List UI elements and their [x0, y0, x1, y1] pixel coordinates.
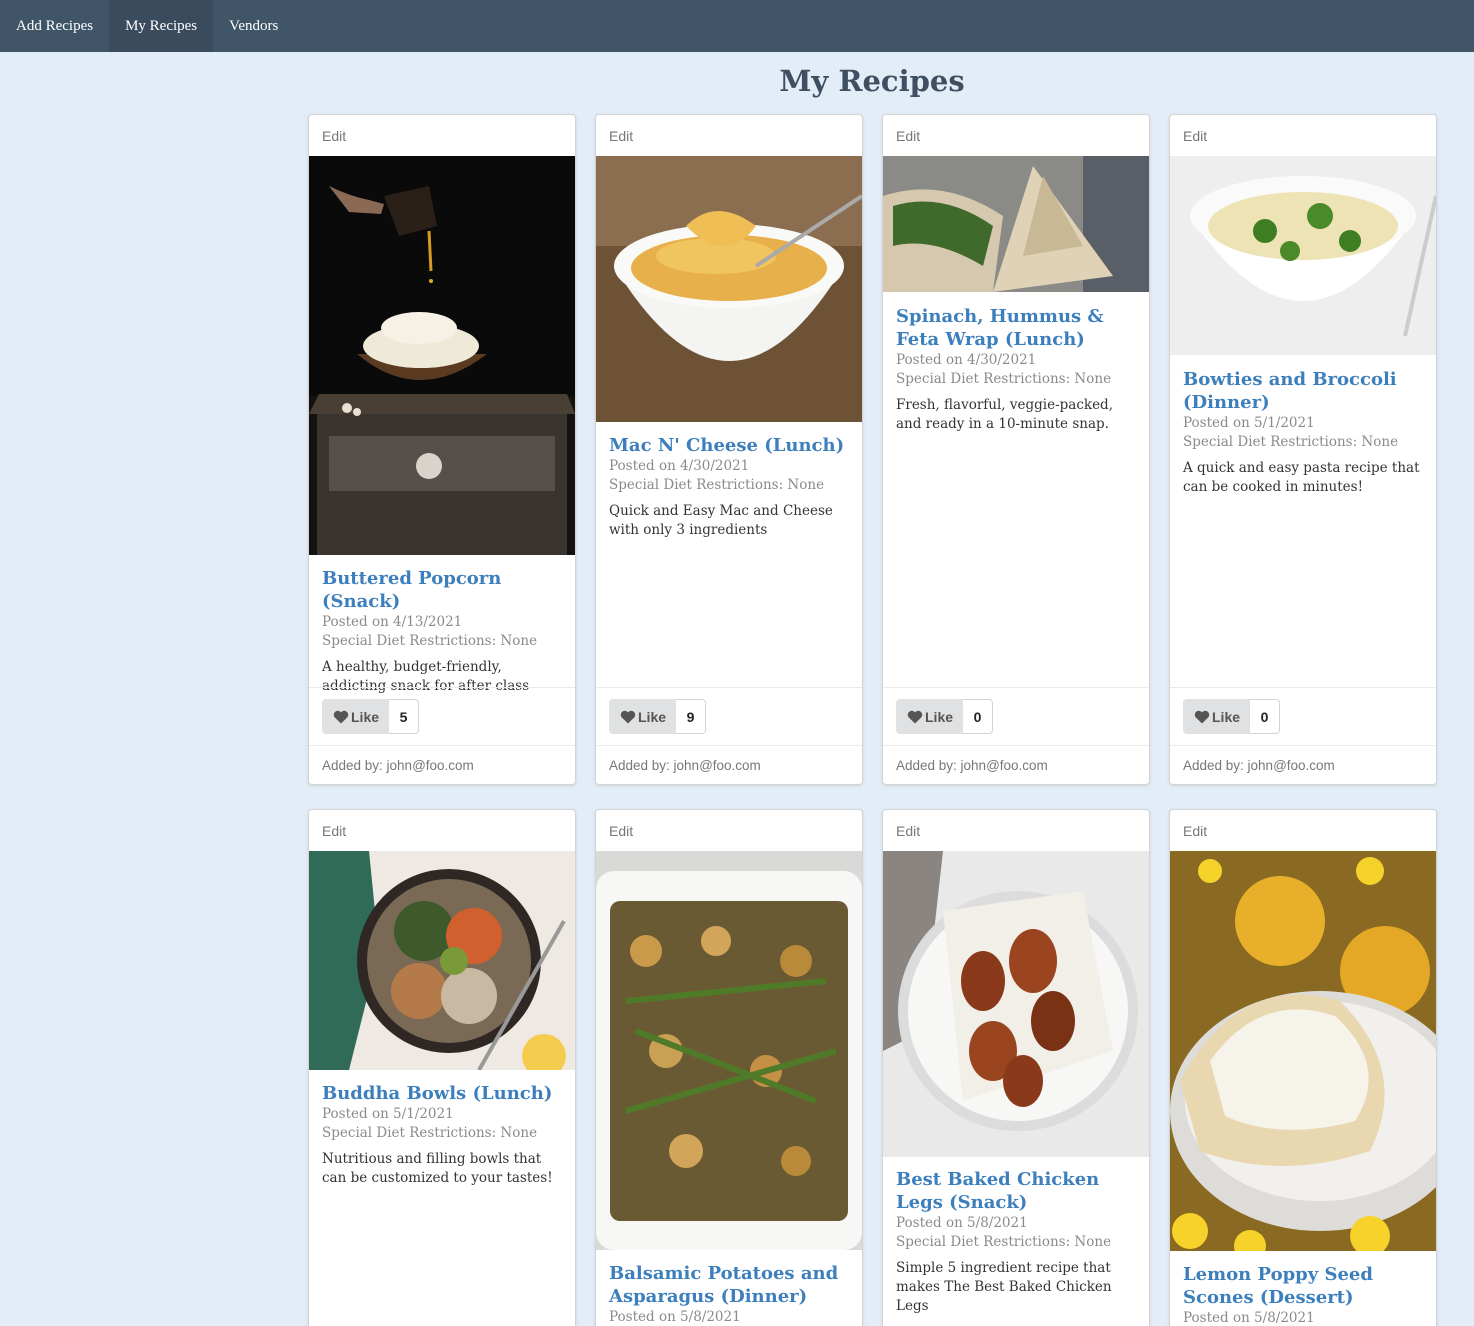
like-count: 5 [389, 699, 419, 734]
edit-link[interactable]: Edit [609, 823, 633, 839]
recipe-title[interactable]: Spinach, Hummus & Feta Wrap (Lunch) [896, 305, 1136, 351]
like-label: Like [351, 708, 380, 725]
card-content: Lemon Poppy Seed Scones (Dessert) Posted… [1183, 1263, 1423, 1326]
edit-link[interactable]: Edit [1183, 128, 1207, 144]
recipe-card: Edit Buddha Bowls (Lunch) Posted on 5/1/… [308, 809, 576, 1326]
like-control: Like 9 [609, 699, 706, 734]
divider [883, 687, 1149, 688]
added-by: Added by: john@foo.com [609, 758, 761, 773]
recipe-description: A quick and easy pasta recipe that can b… [1183, 460, 1420, 495]
added-by: Added by: john@foo.com [1183, 758, 1335, 773]
card-content: Mac N' Cheese (Lunch) Posted on 4/30/202… [609, 434, 849, 540]
recipe-description: Simple 5 ingredient recipe that makes Th… [896, 1260, 1112, 1314]
divider [309, 745, 575, 746]
nav-my-recipes[interactable]: My Recipes [109, 0, 214, 52]
recipe-image [596, 851, 862, 1250]
posted-date: Posted on 5/8/2021 [1183, 1310, 1315, 1326]
edit-link[interactable]: Edit [896, 128, 920, 144]
heart-icon [333, 710, 349, 723]
diet-restrictions: Special Diet Restrictions: None [609, 477, 825, 493]
diet-restrictions: Special Diet Restrictions: None [1183, 434, 1399, 450]
recipe-card: Edit Bowties and Broccoli (Dinner) Poste… [1169, 114, 1437, 785]
card-content: Buddha Bowls (Lunch) Posted on 5/1/2021 … [322, 1082, 562, 1188]
recipe-title[interactable]: Mac N' Cheese (Lunch) [609, 434, 849, 457]
edit-link[interactable]: Edit [322, 823, 346, 839]
posted-date: Posted on 5/8/2021 [609, 1309, 741, 1325]
recipe-title[interactable]: Balsamic Potatoes and Asparagus (Dinner) [609, 1262, 849, 1308]
recipe-image [883, 156, 1149, 292]
like-button[interactable]: Like [1183, 699, 1250, 734]
edit-link[interactable]: Edit [322, 128, 346, 144]
like-label: Like [638, 708, 667, 725]
like-button[interactable]: Like [609, 699, 676, 734]
diet-restrictions: Special Diet Restrictions: None [896, 1234, 1112, 1250]
recipe-card: Edit Spinach, Hummus & Feta Wrap (Lunch)… [882, 114, 1150, 785]
diet-restrictions: Special Diet Restrictions: None [896, 371, 1112, 387]
edit-link[interactable]: Edit [609, 128, 633, 144]
recipe-image [1170, 851, 1436, 1251]
posted-date: Posted on 4/30/2021 [896, 352, 1037, 368]
recipe-image [883, 851, 1149, 1157]
recipe-card: Edit Balsamic Potatoes and Asparagus (Di… [595, 809, 863, 1326]
recipe-title[interactable]: Lemon Poppy Seed Scones (Dessert) [1183, 1263, 1423, 1309]
recipe-card: Edit Lemon Poppy Seed Scones (Dessert) P… [1169, 809, 1437, 1326]
card-content: Balsamic Potatoes and Asparagus (Dinner)… [609, 1262, 849, 1326]
like-label: Like [925, 708, 954, 725]
diet-restrictions: Special Diet Restrictions: None [322, 1125, 538, 1141]
recipe-description: Quick and Easy Mac and Cheese with only … [609, 503, 833, 538]
posted-date: Posted on 4/30/2021 [609, 458, 750, 474]
recipe-description: Fresh, flavorful, veggie-packed, and rea… [896, 397, 1113, 432]
divider [883, 745, 1149, 746]
heart-icon [907, 710, 923, 723]
recipe-title[interactable]: Buttered Popcorn (Snack) [322, 567, 562, 613]
edit-link[interactable]: Edit [896, 823, 920, 839]
divider [1170, 687, 1436, 688]
page-title: My Recipes [779, 64, 965, 98]
recipe-image [309, 156, 575, 555]
recipe-card: Edit Best Baked Chicken Legs (Snack) Pos… [882, 809, 1150, 1326]
like-count: 9 [676, 699, 706, 734]
card-content: Buttered Popcorn (Snack) Posted on 4/13/… [322, 567, 562, 696]
like-button[interactable]: Like [322, 699, 389, 734]
recipe-card: Edit Mac N' Cheese (Lunch) Posted on 4/3… [595, 114, 863, 785]
like-button[interactable]: Like [896, 699, 963, 734]
like-count: 0 [963, 699, 993, 734]
divider [596, 687, 862, 688]
like-control: Like 5 [322, 699, 419, 734]
heart-icon [620, 710, 636, 723]
nav-add-recipes[interactable]: Add Recipes [0, 0, 109, 52]
recipe-image [596, 156, 862, 422]
added-by: Added by: john@foo.com [896, 758, 1048, 773]
card-content: Best Baked Chicken Legs (Snack) Posted o… [896, 1168, 1136, 1316]
recipe-card: Edit Buttered Popcorn (Snack) Posted on … [308, 114, 576, 785]
like-count: 0 [1250, 699, 1280, 734]
posted-date: Posted on 5/1/2021 [1183, 415, 1315, 431]
divider [596, 745, 862, 746]
posted-date: Posted on 5/1/2021 [322, 1106, 454, 1122]
posted-date: Posted on 5/8/2021 [896, 1215, 1028, 1231]
like-label: Like [1212, 708, 1241, 725]
divider [309, 687, 575, 688]
recipe-description: A healthy, budget-friendly, addicting sn… [322, 659, 530, 694]
top-navbar: Add Recipes My Recipes Vendors [0, 0, 1474, 52]
added-by: Added by: john@foo.com [322, 758, 474, 773]
recipe-image [1170, 156, 1436, 355]
heart-icon [1194, 710, 1210, 723]
like-control: Like 0 [896, 699, 993, 734]
recipe-title[interactable]: Buddha Bowls (Lunch) [322, 1082, 562, 1105]
recipe-title[interactable]: Bowties and Broccoli (Dinner) [1183, 368, 1423, 414]
card-content: Spinach, Hummus & Feta Wrap (Lunch) Post… [896, 305, 1136, 434]
recipe-description: Nutritious and filling bowls that can be… [322, 1151, 553, 1186]
diet-restrictions: Special Diet Restrictions: None [322, 633, 538, 649]
nav-vendors[interactable]: Vendors [213, 0, 294, 52]
divider [1170, 745, 1436, 746]
posted-date: Posted on 4/13/2021 [322, 614, 463, 630]
like-control: Like 0 [1183, 699, 1280, 734]
card-content: Bowties and Broccoli (Dinner) Posted on … [1183, 368, 1423, 497]
recipe-image [309, 851, 575, 1070]
recipe-title[interactable]: Best Baked Chicken Legs (Snack) [896, 1168, 1136, 1214]
edit-link[interactable]: Edit [1183, 823, 1207, 839]
